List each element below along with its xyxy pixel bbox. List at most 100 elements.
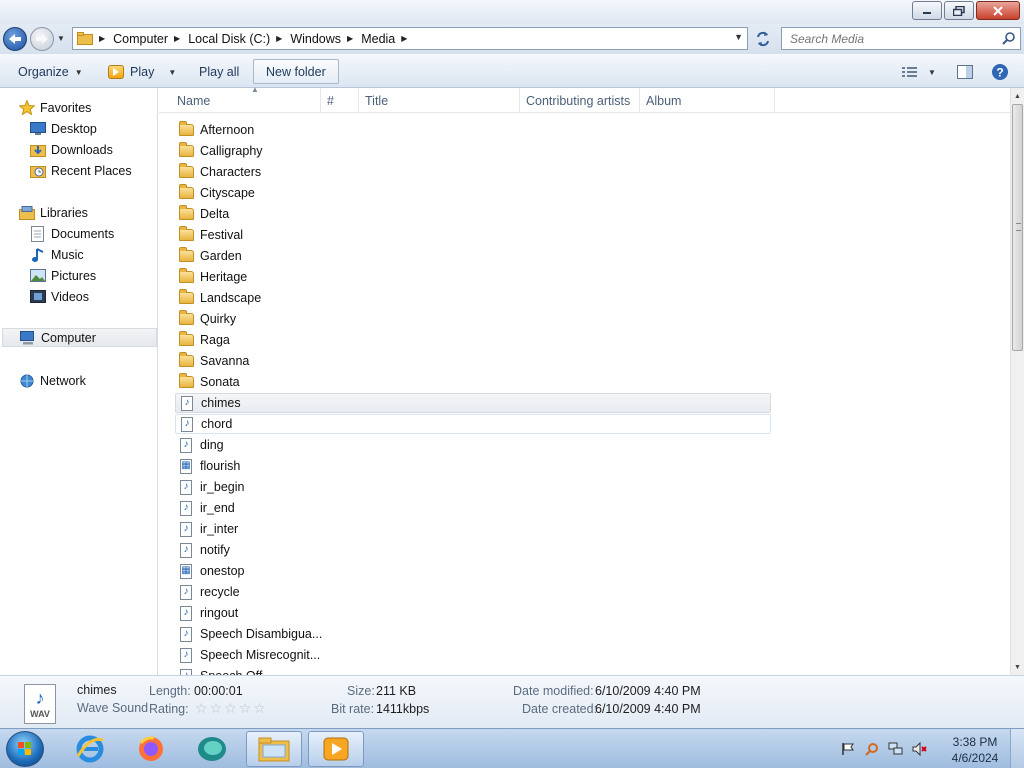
folder-row[interactable]: Savanna: [175, 351, 771, 371]
column-header-album[interactable]: Album: [640, 88, 775, 113]
show-desktop-button[interactable]: [1010, 729, 1024, 768]
file-row[interactable]: ♪ ir_begin: [175, 477, 771, 497]
nav-computer-label: Computer: [41, 330, 96, 345]
details-file-type: Wave Sound: [77, 701, 149, 715]
column-header-number[interactable]: #: [321, 88, 359, 113]
help-button[interactable]: ?: [991, 61, 1009, 83]
folder-row[interactable]: Landscape: [175, 288, 771, 308]
volume-muted-icon[interactable]: [912, 741, 928, 757]
column-header-contributing-artists[interactable]: Contributing artists: [520, 88, 640, 113]
search-box[interactable]: [781, 27, 1021, 50]
file-row[interactable]: ♪ chord: [175, 414, 771, 434]
folder-row[interactable]: Festival: [175, 225, 771, 245]
file-row[interactable]: ♪ ding: [175, 435, 771, 455]
folder-icon: [178, 289, 194, 306]
file-row[interactable]: ▦ onestop: [175, 561, 771, 581]
change-view-button[interactable]: ▼: [902, 61, 936, 83]
rating-stars[interactable]: ☆ ☆ ☆ ☆ ☆: [195, 700, 268, 717]
rating-star-icon[interactable]: ☆: [239, 700, 252, 717]
folder-row[interactable]: Sonata: [175, 372, 771, 392]
taskbar-media-player[interactable]: [308, 731, 364, 767]
nav-libraries[interactable]: Libraries: [19, 203, 88, 222]
flag-icon[interactable]: [840, 741, 856, 757]
file-row[interactable]: ♪ ir_end: [175, 498, 771, 518]
taskbar-app[interactable]: [184, 731, 240, 767]
breadcrumb-computer[interactable]: Computer ▶: [113, 32, 188, 46]
nav-downloads[interactable]: Downloads: [30, 140, 113, 159]
file-row[interactable]: ▦ flourish: [175, 456, 771, 476]
forward-button[interactable]: [30, 27, 54, 51]
close-button[interactable]: [976, 1, 1020, 20]
play-button[interactable]: Play ▼: [108, 61, 176, 83]
file-row[interactable]: ♪ recycle: [175, 582, 771, 602]
folder-row[interactable]: Cityscape: [175, 183, 771, 203]
network-tray-icon[interactable]: [888, 741, 904, 757]
sort-ascending-icon: ▲: [251, 88, 259, 94]
search-tray-icon[interactable]: [864, 741, 880, 757]
nav-network[interactable]: Network: [19, 371, 86, 390]
folder-row[interactable]: Afternoon: [175, 120, 771, 140]
organize-label: Organize: [18, 65, 69, 79]
column-header-title[interactable]: Title: [359, 88, 520, 113]
breadcrumb-separator[interactable]: ▶: [99, 34, 113, 43]
file-row[interactable]: ♪ Speech Misrecognit...: [175, 645, 771, 665]
rating-star-icon[interactable]: ☆: [195, 700, 208, 717]
rating-star-icon[interactable]: ☆: [253, 700, 266, 717]
file-name: Speech Disambigua...: [200, 627, 323, 641]
taskbar-windows-explorer[interactable]: [246, 731, 302, 767]
nav-favorites[interactable]: Favorites: [19, 98, 91, 117]
new-folder-button[interactable]: New folder: [253, 59, 339, 84]
nav-music[interactable]: Music: [30, 245, 84, 264]
vertical-scrollbar[interactable]: ▲ ▼: [1010, 88, 1024, 675]
address-bar[interactable]: ▶ Computer ▶ Local Disk (C:) ▶ Windows ▶ Me…: [72, 27, 748, 50]
refresh-button[interactable]: [752, 28, 774, 50]
clock[interactable]: 3:38 PM 4/6/2024: [950, 734, 1000, 766]
nav-pictures[interactable]: Pictures: [30, 266, 96, 285]
nav-libraries-label: Libraries: [40, 205, 88, 220]
restore-button[interactable]: [944, 1, 974, 20]
nav-desktop[interactable]: Desktop: [30, 119, 97, 138]
organize-button[interactable]: Organize ▼: [18, 61, 83, 83]
folder-row[interactable]: Heritage: [175, 267, 771, 287]
back-button[interactable]: [3, 27, 27, 51]
folder-row[interactable]: Characters: [175, 162, 771, 182]
rating-star-icon[interactable]: ☆: [224, 700, 237, 717]
play-all-button[interactable]: Play all: [199, 61, 239, 83]
preview-pane-button[interactable]: [957, 61, 973, 83]
minimize-button[interactable]: [912, 1, 942, 20]
rating-star-icon[interactable]: ☆: [210, 700, 223, 717]
breadcrumb-windows[interactable]: Windows ▶: [290, 32, 361, 46]
details-length-value: 00:00:01: [194, 684, 243, 698]
folder-row[interactable]: Delta: [175, 204, 771, 224]
play-all-label: Play all: [199, 65, 240, 79]
file-row[interactable]: ♪ notify: [175, 540, 771, 560]
address-dropdown[interactable]: ▼: [734, 32, 743, 42]
folder-row[interactable]: Raga: [175, 330, 771, 350]
nav-recent-places[interactable]: Recent Places: [30, 161, 132, 180]
file-row[interactable]: ♪ Speech Disambigua...: [175, 624, 771, 644]
nav-videos[interactable]: Videos: [30, 287, 89, 306]
breadcrumb-local-disk[interactable]: Local Disk (C:) ▶: [188, 32, 290, 46]
file-row[interactable]: ♪Speech Off: [175, 666, 771, 675]
search-input[interactable]: [790, 31, 990, 46]
scroll-down-button[interactable]: ▼: [1011, 660, 1024, 674]
nav-documents[interactable]: Documents: [30, 224, 114, 243]
file-row[interactable]: ♪ ir_inter: [175, 519, 771, 539]
nav-computer[interactable]: Computer: [2, 328, 157, 347]
scroll-thumb[interactable]: [1012, 104, 1023, 351]
file-row[interactable]: ♪ ringout: [175, 603, 771, 623]
folder-row[interactable]: Garden: [175, 246, 771, 266]
search-icon[interactable]: [1002, 31, 1016, 48]
start-button[interactable]: [6, 731, 44, 767]
taskbar-internet-explorer[interactable]: [62, 731, 118, 767]
folder-row[interactable]: Quirky: [175, 309, 771, 329]
breadcrumb-media[interactable]: Media ▶: [361, 32, 415, 46]
recent-pages-dropdown[interactable]: ▼: [57, 34, 65, 43]
file-row[interactable]: ♪ chimes: [175, 393, 771, 413]
folder-row[interactable]: Calligraphy: [175, 141, 771, 161]
details-modified-value: 6/10/2009 4:40 PM: [595, 684, 701, 698]
taskbar-firefox[interactable]: [123, 731, 179, 767]
column-title-label: Title: [365, 93, 389, 108]
column-header-name[interactable]: Name ▲: [171, 88, 321, 113]
scroll-up-button[interactable]: ▲: [1011, 89, 1024, 103]
